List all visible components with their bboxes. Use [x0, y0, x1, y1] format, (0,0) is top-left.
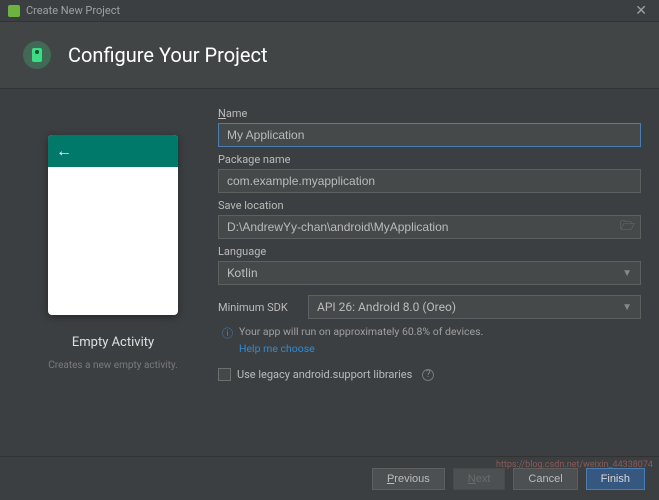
- location-input[interactable]: [218, 215, 641, 239]
- language-value: Kotlin: [227, 266, 258, 280]
- help-choose-link[interactable]: Help me choose: [239, 342, 483, 357]
- android-studio-icon: [20, 38, 54, 72]
- package-label: Package name: [218, 153, 641, 166]
- window-title: Create New Project: [26, 4, 631, 17]
- location-label: Save location: [218, 199, 641, 212]
- chevron-down-icon: ▼: [622, 268, 632, 279]
- sdk-info: ⓘ Your app will run on approximately 60.…: [218, 325, 641, 356]
- previous-button[interactable]: Previous: [372, 468, 445, 490]
- language-label: Language: [218, 245, 641, 258]
- activity-preview: ←: [48, 135, 178, 315]
- page-title: Configure Your Project: [68, 43, 268, 67]
- form-column: Name Package name Save location 🗁 Langua…: [218, 105, 641, 451]
- name-input[interactable]: [218, 123, 641, 147]
- legacy-row: Use legacy android.support libraries ?: [218, 368, 641, 381]
- header: Configure Your Project: [0, 22, 659, 89]
- language-select[interactable]: Kotlin ▼: [218, 261, 641, 285]
- sdk-label: Minimum SDK: [218, 301, 298, 314]
- preview-column: ← Empty Activity Creates a new empty act…: [18, 105, 208, 451]
- sdk-info-text: Your app will run on approximately 60.8%…: [239, 325, 483, 338]
- finish-button[interactable]: Finish: [586, 468, 645, 490]
- content-area: ← Empty Activity Creates a new empty act…: [0, 89, 659, 451]
- name-label: Name: [218, 107, 641, 120]
- info-icon: ⓘ: [222, 325, 233, 341]
- preview-description: Creates a new empty activity.: [42, 360, 183, 371]
- help-icon[interactable]: ?: [422, 369, 434, 381]
- legacy-label: Use legacy android.support libraries: [237, 368, 412, 381]
- cancel-button[interactable]: Cancel: [513, 468, 577, 490]
- watermark: https://blog.csdn.net/weixin_44338074: [496, 460, 653, 470]
- sdk-select[interactable]: API 26: Android 8.0 (Oreo) ▼: [308, 295, 641, 319]
- back-arrow-icon: ←: [56, 141, 72, 161]
- legacy-checkbox[interactable]: [218, 368, 231, 381]
- app-icon: [8, 5, 20, 17]
- sdk-value: API 26: Android 8.0 (Oreo): [317, 300, 456, 314]
- preview-title: Empty Activity: [72, 335, 154, 350]
- chevron-down-icon: ▼: [622, 302, 632, 313]
- browse-folder-icon[interactable]: 🗁: [620, 217, 635, 238]
- preview-appbar: ←: [48, 135, 178, 167]
- package-input[interactable]: [218, 169, 641, 193]
- next-button: Next: [453, 468, 506, 490]
- titlebar: Create New Project ✕: [0, 0, 659, 22]
- close-icon[interactable]: ✕: [631, 3, 651, 19]
